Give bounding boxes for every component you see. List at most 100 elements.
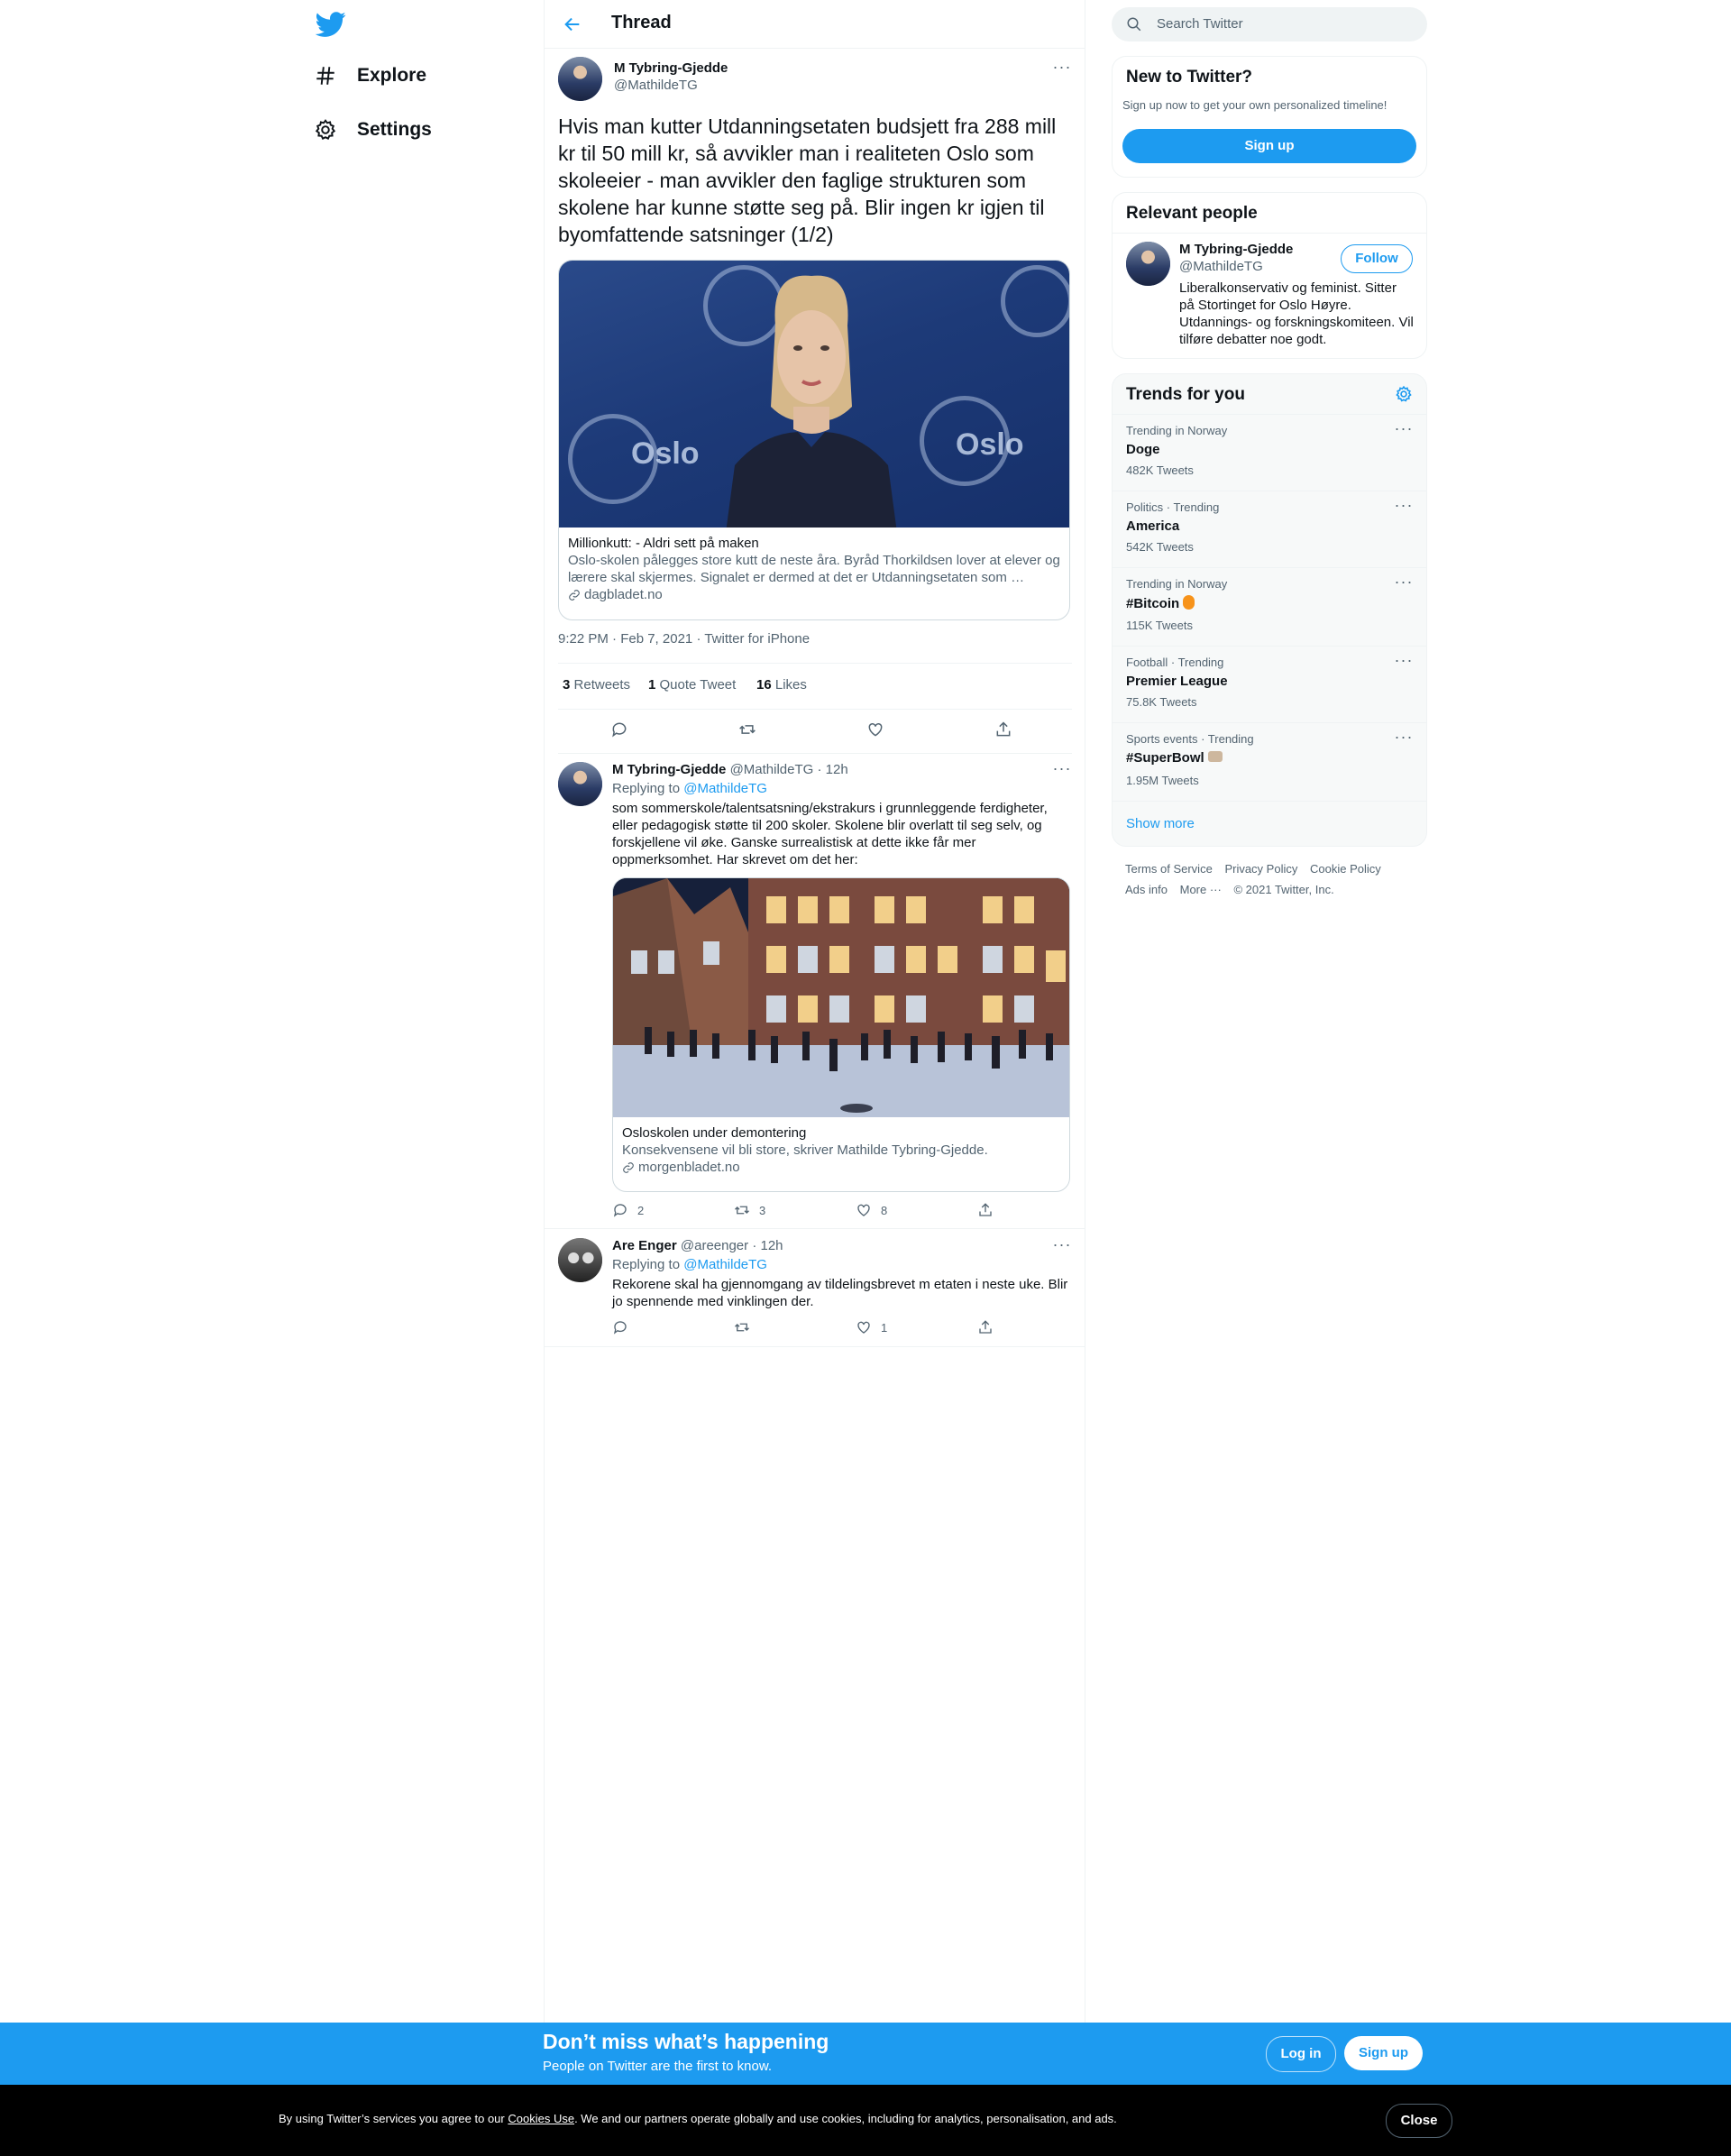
hashtag-icon	[316, 67, 334, 85]
privacy-link[interactable]: Privacy Policy	[1224, 862, 1297, 876]
author-name[interactable]: M Tybring-Gjedde	[614, 60, 728, 76]
more-options-icon[interactable]: ···	[1052, 760, 1072, 782]
nav-settings[interactable]: Settings	[314, 112, 432, 148]
cookie-link[interactable]: Cookie Policy	[1310, 862, 1381, 876]
like-button[interactable]: 1	[856, 1319, 887, 1335]
share-button[interactable]	[977, 1202, 994, 1218]
reply-button[interactable]: 2	[612, 1202, 644, 1218]
author-handle[interactable]: @MathildeTG	[614, 78, 698, 93]
author-handle[interactable]: @MathildeTG	[730, 762, 814, 777]
reply-text: Rekorene skal ha gjennomgang av tildelin…	[612, 1277, 1068, 1309]
reply-icon	[613, 1204, 627, 1217]
show-more-link[interactable]: Show more	[1126, 816, 1195, 831]
retweet-icon	[739, 725, 756, 734]
stadium-icon	[1207, 751, 1223, 762]
gear-icon[interactable]	[1395, 385, 1413, 403]
trend-item[interactable]: Football · Trending Premier League 75.8K…	[1113, 646, 1426, 723]
like-count: 8	[881, 1203, 888, 1217]
bottom-bar-title: Don’t miss what’s happening	[543, 2030, 829, 2053]
ads-info-link[interactable]: Ads info	[1125, 883, 1168, 896]
heart-icon	[857, 1204, 870, 1216]
sign-up-button[interactable]: Sign up	[1122, 129, 1416, 163]
follow-button[interactable]: Follow	[1341, 244, 1413, 273]
heart-icon	[868, 722, 883, 737]
share-button[interactable]	[977, 1319, 994, 1335]
trend-name: America	[1126, 518, 1180, 534]
trend-item[interactable]: Trending in Norway #Bitcoin 115K Tweets …	[1113, 567, 1426, 647]
author-handle[interactable]: @areenger	[681, 1238, 748, 1253]
card-description: Konsekvensene vil bli store, skriver Mat…	[622, 1142, 988, 1158]
trend-category: Sports events · Trending	[1126, 732, 1254, 746]
retweet-button[interactable]: 3	[734, 1202, 765, 1218]
trend-item[interactable]: Trending in Norway Doge 482K Tweets ···	[1113, 414, 1426, 491]
terms-link[interactable]: Terms of Service	[1125, 862, 1213, 876]
bitcoin-icon	[1183, 595, 1195, 610]
share-icon	[979, 1320, 992, 1334]
person-name[interactable]: M Tybring-Gjedde	[1179, 242, 1293, 257]
share-button[interactable]	[994, 720, 1012, 739]
close-button[interactable]: Close	[1386, 2104, 1452, 2138]
gear-icon	[315, 119, 336, 140]
relevant-people-title: Relevant people	[1126, 204, 1258, 223]
like-button[interactable]	[866, 720, 884, 739]
more-link[interactable]: More ···	[1180, 883, 1222, 896]
trend-item[interactable]: Politics · Trending America 542K Tweets …	[1113, 491, 1426, 568]
person-handle[interactable]: @MathildeTG	[1179, 259, 1263, 274]
search-box[interactable]: Search Twitter	[1112, 7, 1427, 41]
avatar[interactable]	[558, 57, 602, 101]
nav-explore[interactable]: Explore	[314, 58, 426, 94]
thread-header: Thread	[545, 0, 1085, 49]
retweets-stat[interactable]: 3 Retweets	[563, 677, 630, 693]
tweet-source[interactable]: Twitter for iPhone	[704, 631, 810, 647]
reply-tweet[interactable]: Are Enger @areenger · 12h ··· Replying t…	[545, 1229, 1085, 1347]
sign-up-button[interactable]: Sign up	[1344, 2036, 1423, 2070]
reply-button[interactable]	[612, 1319, 628, 1335]
replying-to-link[interactable]: @MathildeTG	[683, 781, 767, 796]
main-column: Thread M Tybring-Gjedde @MathildeTG ··· …	[544, 0, 1085, 2023]
avatar[interactable]	[1126, 242, 1170, 286]
author-name[interactable]: M Tybring-Gjedde	[612, 762, 726, 777]
retweet-button[interactable]	[734, 1319, 750, 1335]
more-options-icon[interactable]: ···	[1394, 497, 1414, 518]
trend-count: 75.8K Tweets	[1126, 695, 1197, 709]
trend-count: 542K Tweets	[1126, 540, 1194, 554]
link-icon	[623, 1162, 634, 1173]
more-options-icon[interactable]: ···	[1052, 1236, 1072, 1258]
more-options-icon[interactable]: ···	[1052, 59, 1072, 80]
avatar[interactable]	[558, 762, 602, 806]
trend-item[interactable]: Sports events · Trending #SuperBowl 1.95…	[1113, 722, 1426, 802]
quotes-stat[interactable]: 1 Quote Tweet	[648, 677, 736, 693]
replying-to-link[interactable]: @MathildeTG	[683, 1257, 767, 1272]
more-options-icon[interactable]: ···	[1394, 729, 1414, 750]
cookies-use-link[interactable]: Cookies Use	[508, 2112, 574, 2125]
trends-box: Trends for you Trending in Norway Doge 4…	[1112, 373, 1427, 847]
tweet-meta: 9:22 PM · Feb 7, 2021 · Twitter for iPho…	[558, 631, 811, 647]
reply-time[interactable]: 12h	[761, 1238, 783, 1253]
share-icon	[996, 721, 1011, 737]
more-options-icon[interactable]: ···	[1394, 652, 1414, 674]
share-icon	[979, 1203, 992, 1216]
trend-count: 1.95M Tweets	[1126, 774, 1199, 787]
card-photo-text: Oslo	[631, 436, 700, 471]
trend-name: #SuperBowl	[1126, 750, 1204, 766]
more-options-icon[interactable]: ···	[1394, 420, 1414, 442]
reply-tweet[interactable]: M Tybring-Gjedde @MathildeTG · 12h ··· R…	[545, 753, 1085, 1229]
avatar[interactable]	[558, 1238, 602, 1282]
like-count: 1	[881, 1320, 888, 1335]
like-button[interactable]: 8	[856, 1202, 887, 1218]
reply-button[interactable]	[610, 720, 628, 739]
log-in-button[interactable]: Log in	[1266, 2036, 1336, 2072]
link-card[interactable]: Osloskolen under demontering Konsekvense…	[612, 877, 1070, 1192]
search-input[interactable]: Search Twitter	[1157, 16, 1243, 32]
retweet-icon	[735, 1206, 749, 1215]
reply-time[interactable]: 12h	[826, 762, 848, 777]
tweet-timestamp[interactable]: 9:22 PM · Feb 7, 2021	[558, 631, 692, 647]
retweet-button[interactable]	[738, 720, 756, 739]
link-card[interactable]: Oslo Oslo Millionkutt: - Aldri sett på m…	[558, 260, 1070, 620]
likes-stat[interactable]: 16 Likes	[756, 677, 807, 693]
twitter-logo-icon[interactable]	[315, 9, 348, 41]
author-name[interactable]: Are Enger	[612, 1238, 677, 1253]
back-arrow-icon[interactable]	[563, 14, 582, 34]
trend-category: Politics · Trending	[1126, 500, 1220, 514]
more-options-icon[interactable]: ···	[1394, 573, 1414, 595]
